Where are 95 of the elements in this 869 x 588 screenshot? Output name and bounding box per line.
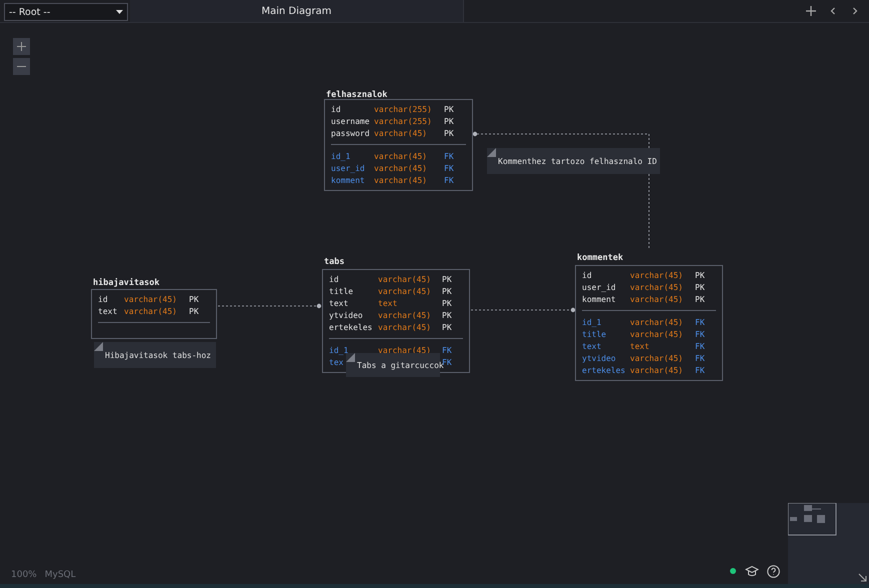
key-label: PK <box>442 310 452 320</box>
column-type: varchar(45) <box>630 366 683 374</box>
key-label: PK <box>695 270 705 280</box>
column-type: varchar(45) <box>378 310 431 320</box>
column-name: user_id <box>582 282 616 292</box>
key-label: FK <box>695 354 705 362</box>
database-type: MySQL <box>44 570 76 580</box>
column-name: title <box>582 330 606 338</box>
key-label: PK <box>442 298 452 308</box>
column-name: id <box>329 274 339 284</box>
column-type: varchar(45) <box>630 318 683 326</box>
key-label: FK <box>444 164 454 172</box>
caret-icon <box>116 10 123 14</box>
help-icon[interactable] <box>767 565 780 578</box>
fold-icon <box>346 353 355 362</box>
column-type: text <box>630 342 650 350</box>
key-label: FK <box>695 330 705 338</box>
column-name: id <box>331 104 341 114</box>
column-name: text <box>98 306 118 316</box>
table-card[interactable]: id varchar(255) PK username varchar(255) PK password varchar(45) PK id_1 varchar(45) FK user_id varchar(45) FK komment varchar(45) FK <box>324 99 473 191</box>
resize-icon[interactable] <box>858 573 867 582</box>
key-label: PK <box>442 274 452 284</box>
key-label: FK <box>695 342 705 350</box>
column-type: varchar(45) <box>374 164 427 172</box>
key-label: PK <box>444 104 454 114</box>
minimap-drawing[interactable] <box>788 503 837 536</box>
key-label: PK <box>695 282 705 292</box>
column-type: varchar(45) <box>630 330 683 338</box>
column-type: varchar(45) <box>378 286 431 296</box>
column-type: varchar(45) <box>378 346 431 354</box>
zoom-in-button[interactable] <box>13 38 30 55</box>
table-card[interactable]: id varchar(45) PK user_id varchar(45) PK komment varchar(45) PK id_1 varchar(45) FK title varchar(45) FK text text FK ytvideo varchar(45) FK ertekeles varchar(45) FK <box>575 265 723 381</box>
table-card[interactable]: id varchar(45) PK text varchar(45) PK <box>91 289 217 339</box>
table-title: tabs <box>324 257 344 267</box>
column-type: varchar(255) <box>374 104 432 114</box>
note-card[interactable]: Hibajavitasok tabs-hoz <box>94 342 216 368</box>
column-type: varchar(45) <box>124 294 177 304</box>
column-name: id_1 <box>331 152 350 160</box>
column-name: komment <box>582 294 616 304</box>
key-label: PK <box>442 322 452 332</box>
column-name: ytvideo <box>582 354 616 362</box>
column-name: ertekeles <box>582 366 626 374</box>
key-label: FK <box>444 152 454 160</box>
table-title: felhasznalok <box>326 90 388 100</box>
column-type: varchar(45) <box>374 152 427 160</box>
column-name: tex <box>329 358 344 366</box>
key-label: PK <box>695 294 705 304</box>
column-name: user_id <box>331 164 365 172</box>
diagram-tab[interactable]: Main Diagram <box>130 0 464 22</box>
column-type: varchar(45) <box>630 294 683 304</box>
key-label: PK <box>444 116 454 126</box>
key-label: FK <box>444 176 454 184</box>
zoom-level: 100% <box>11 570 37 580</box>
column-type: varchar(45) <box>124 306 177 316</box>
plus-icon <box>17 42 26 51</box>
column-type: text <box>378 298 398 308</box>
column-type: varchar(45) <box>378 322 431 332</box>
zoom-out-button[interactable] <box>13 58 30 75</box>
column-type: varchar(45) <box>630 354 683 362</box>
fold-icon <box>487 148 496 157</box>
column-name: id <box>582 270 592 280</box>
column-type: varchar(45) <box>630 270 683 280</box>
column-type: varchar(255) <box>374 116 432 126</box>
column-type: varchar(45) <box>374 176 427 184</box>
column-name: text <box>329 298 348 308</box>
column-name: id_1 <box>329 346 348 354</box>
note-text: Hibajavitasok tabs-hoz <box>105 350 211 360</box>
column-type: varchar(45) <box>374 128 427 138</box>
column-name: text <box>582 342 602 350</box>
table-title: hibajavitasok <box>93 278 160 288</box>
add-icon[interactable] <box>805 5 817 17</box>
key-label: FK <box>695 318 705 326</box>
fold-icon <box>94 342 103 351</box>
key-label: PK <box>444 128 454 138</box>
column-name: username <box>331 116 370 126</box>
key-label: FK <box>442 346 452 354</box>
column-name: komment <box>331 176 365 184</box>
column-name: ertekeles <box>329 322 372 332</box>
note-text: Kommenthez tartozo felhasznalo ID <box>498 156 657 166</box>
schema-select[interactable]: -- Root -- <box>4 3 128 21</box>
key-label: PK <box>189 294 199 304</box>
column-name: password <box>331 128 370 138</box>
column-type: varchar(45) <box>378 274 431 284</box>
table-title: kommentek <box>577 253 624 263</box>
column-type: varchar(45) <box>630 282 683 292</box>
column-name: ytvideo <box>329 310 363 320</box>
column-name: id_1 <box>582 318 602 326</box>
graduation-cap-icon[interactable] <box>745 565 759 577</box>
key-label: FK <box>695 366 705 374</box>
column-name: id <box>98 294 108 304</box>
key-label: PK <box>189 306 199 316</box>
note-card[interactable]: Kommenthez tartozo felhasznalo ID <box>487 148 660 174</box>
column-name: title <box>329 286 354 296</box>
key-label: PK <box>442 286 452 296</box>
key-label: FK <box>442 358 452 366</box>
